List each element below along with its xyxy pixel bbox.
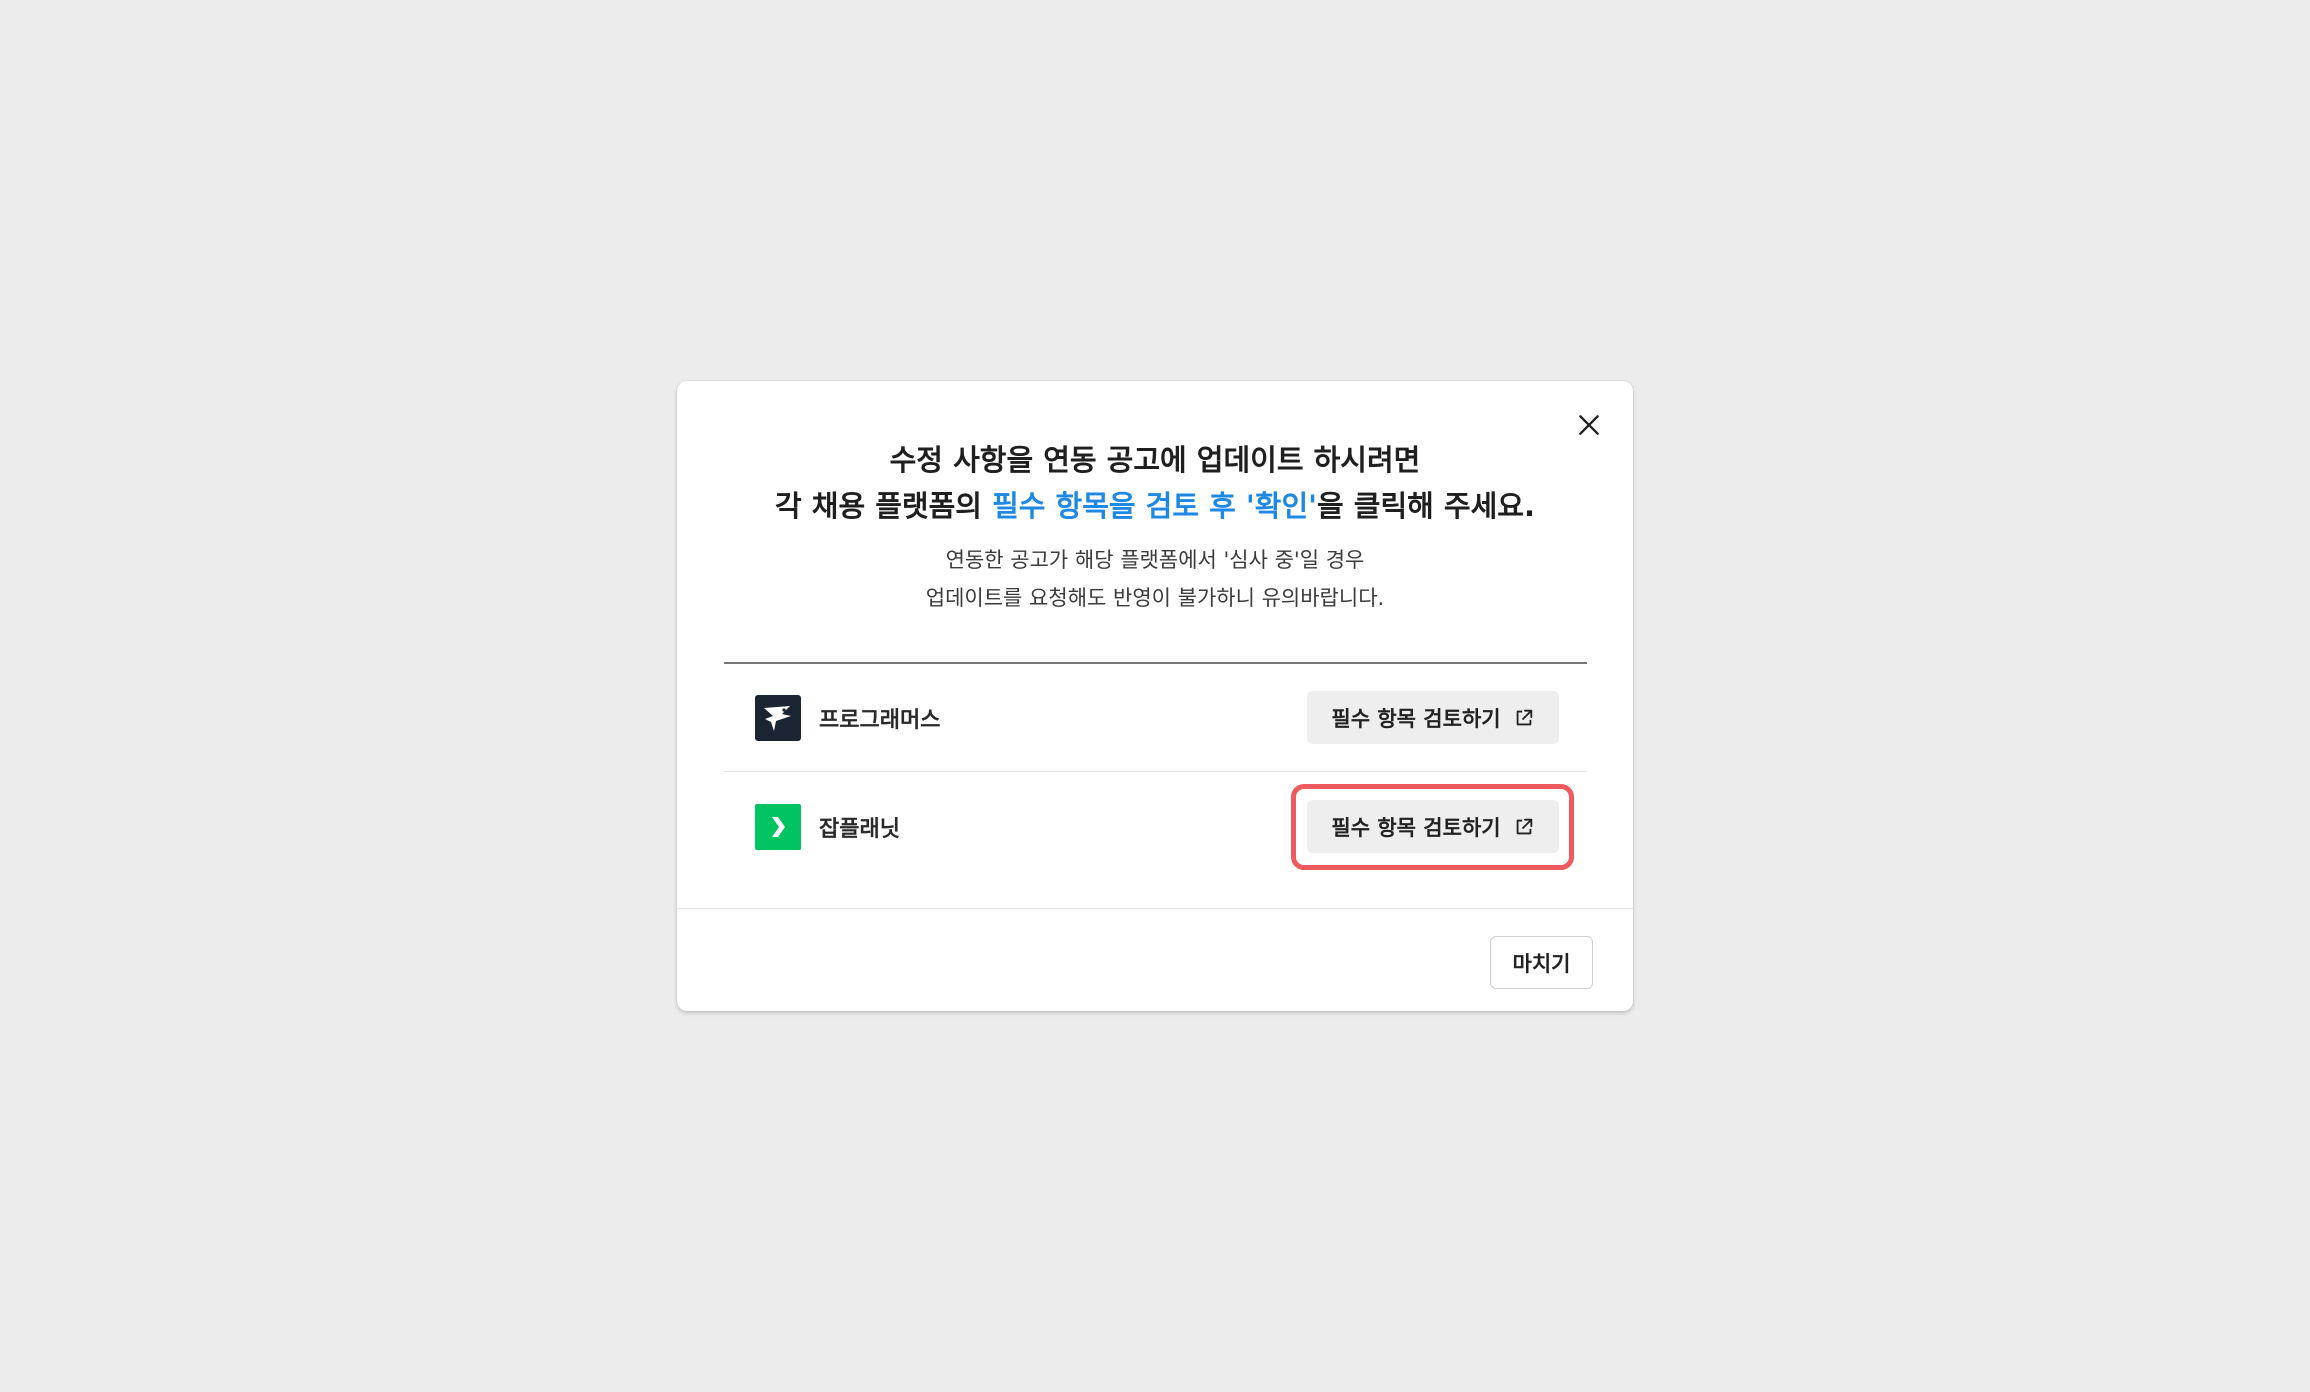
subtitle-line-2: 업데이트를 요청해도 반영이 불가하니 유의바랍니다.	[925, 586, 1385, 610]
title-line-2: 각 채용 플랫폼의 필수 항목을 검토 후 '확인'을 클릭해 주세요.	[677, 483, 1633, 529]
title-line-1: 수정 사항을 연동 공고에 업데이트 하시려면	[889, 443, 1421, 477]
title-accent: 필수 항목을 검토 후 '확인'	[992, 489, 1318, 523]
platform-name: 프로그래머스	[819, 707, 941, 733]
subtitle-line-1: 연동한 공고가 해당 플랫폼에서 '심사 중'일 경우	[945, 548, 1365, 572]
platform-row-jobplanet: 잡플래닛 필수 항목 검토하기	[724, 773, 1587, 881]
finish-button[interactable]: 마치기	[1490, 936, 1593, 989]
review-button-label: 필수 항목 검토하기	[1331, 706, 1501, 731]
modal-subtitle: 연동한 공고가 해당 플랫폼에서 '심사 중'일 경우 업데이트를 요청해도 반…	[677, 541, 1633, 617]
review-button-label: 필수 항목 검토하기	[1331, 815, 1501, 840]
title-suffix: 을 클릭해 주세요.	[1317, 489, 1535, 523]
platform-name: 잡플래닛	[819, 817, 900, 842]
modal-title: 수정 사항을 연동 공고에 업데이트 하시려면 각 채용 플랫폼의 필수 항목을…	[677, 437, 1633, 529]
platform-row-programmers: 프로그래머스 필수 항목 검토하기	[724, 664, 1587, 772]
programmers-bird-icon	[764, 705, 791, 731]
title-prefix: 각 채용 플랫폼의	[775, 489, 993, 523]
footer-divider	[677, 908, 1633, 909]
programmers-logo	[755, 694, 801, 741]
close-icon	[1579, 415, 1599, 435]
update-review-modal: 수정 사항을 연동 공고에 업데이트 하시려면 각 채용 플랫폼의 필수 항목을…	[677, 381, 1633, 1011]
review-required-fields-button-jobplanet[interactable]: 필수 항목 검토하기	[1307, 800, 1559, 853]
review-required-fields-button-programmers[interactable]: 필수 항목 검토하기	[1307, 691, 1559, 744]
external-link-icon	[1516, 709, 1532, 725]
jobplanet-logo	[755, 804, 801, 850]
external-link-icon	[1516, 818, 1532, 834]
jobplanet-chevron-icon	[772, 817, 785, 837]
